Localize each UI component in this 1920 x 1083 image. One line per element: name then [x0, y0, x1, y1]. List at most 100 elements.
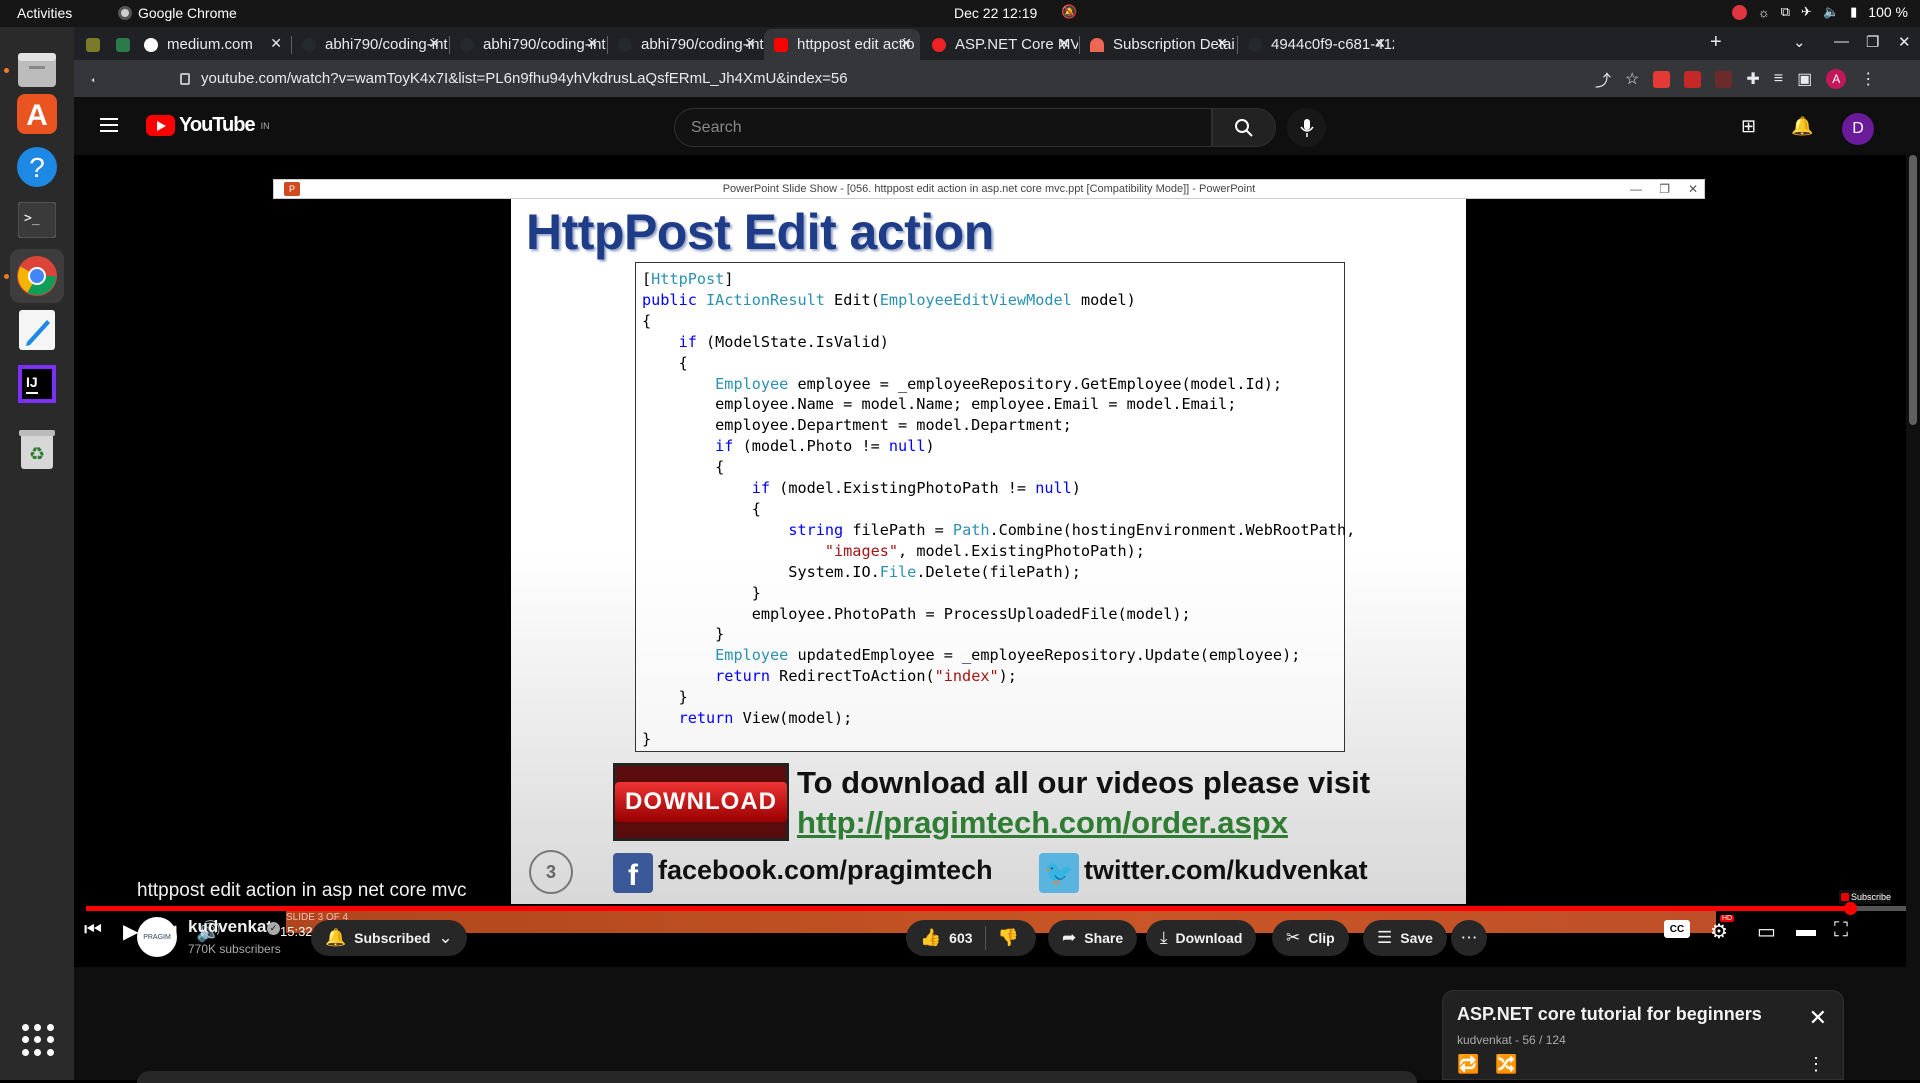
text-editor-dock-icon[interactable]	[10, 303, 64, 357]
tab-close-icon[interactable]: ✕	[744, 35, 756, 52]
tab-aspnet[interactable]: ASP.NET Core MVC ✕	[922, 29, 1078, 60]
profile-avatar[interactable]: A	[1826, 69, 1847, 89]
volume-icon: 🔈	[1822, 4, 1840, 19]
share-arrow-icon: ➦	[1062, 928, 1077, 947]
progress-bar[interactable]	[86, 902, 1908, 915]
youtube-play-logo-icon	[146, 115, 175, 136]
tab-github-4[interactable]: 4944c0f9-c681-412 ✕	[1238, 29, 1394, 60]
extensions-puzzle-icon[interactable]: ✚	[1746, 69, 1759, 89]
battery-percent: 100 %	[1868, 4, 1908, 20]
tab-github-3[interactable]: abhi790/coding-int ✕	[608, 29, 764, 60]
account-avatar[interactable]: D	[1842, 113, 1874, 145]
new-tab-button[interactable]: +	[1710, 31, 1722, 54]
subscribe-watermark-text: Subscribe	[1850, 892, 1891, 902]
svg-text:>_: >_	[24, 211, 40, 226]
network-icon: ⧉	[1780, 4, 1791, 19]
subscribed-button[interactable]: 🔔 Subscribed ⌄	[311, 920, 467, 956]
facebook-icon: f	[613, 853, 653, 893]
like-count[interactable]: 603	[949, 930, 972, 946]
app-menu[interactable]: Google Chrome	[118, 5, 237, 21]
captions-button[interactable]: CC	[1664, 920, 1690, 938]
toolbar: ← → ↻ youtube.com/watch?v=wamToyK4x7I&li…	[74, 60, 1920, 97]
intellij-dock-icon[interactable]: IJ	[10, 357, 64, 411]
tab-close-icon[interactable]: ✕	[900, 35, 912, 52]
chrome-menu-icon[interactable]: ⋮	[1860, 69, 1876, 89]
share-icon[interactable]: ⤴	[1595, 67, 1611, 91]
youtube-logo[interactable]: YouTube IN	[146, 114, 270, 137]
download-button[interactable]: ⤓ Download	[1146, 920, 1257, 956]
dark-extension-icon[interactable]	[1715, 70, 1733, 88]
tab-medium[interactable]: medium.com ✕	[134, 29, 290, 60]
voice-search-button[interactable]	[1287, 108, 1326, 147]
playlist-title[interactable]: ASP.NET core tutorial for beginners	[1457, 1004, 1762, 1025]
share-button[interactable]: ➦ Share	[1048, 920, 1138, 956]
bookmark-star-icon[interactable]: ☆	[1625, 69, 1639, 89]
system-tray[interactable]: ☼ ⧉ ✈ 🔈 ▮ 100 %	[1731, 4, 1908, 20]
scrollbar-thumb[interactable]	[1909, 155, 1917, 425]
tab-close-icon[interactable]: ✕	[1374, 35, 1386, 52]
download-label: Download	[1175, 930, 1243, 946]
tab-pinned-2[interactable]	[106, 29, 134, 60]
more-actions-button[interactable]: ⋯	[1451, 920, 1487, 956]
reading-list-icon[interactable]: ≡	[1774, 70, 1783, 88]
help-dock-icon[interactable]: ?	[10, 140, 64, 194]
search-input[interactable]: Search	[674, 108, 1212, 147]
playlist-menu-icon[interactable]: ⋮	[1807, 1054, 1825, 1075]
chrome-dock-icon[interactable]	[10, 249, 64, 303]
clip-button[interactable]: ✂ Clip	[1272, 920, 1349, 956]
youtube-extension-icon[interactable]	[1684, 70, 1702, 88]
miniplayer-icon[interactable]: ▭	[1757, 919, 1776, 944]
download-icon: ⤓	[1160, 928, 1168, 947]
dislike-icon[interactable]: 👎	[998, 928, 1019, 948]
tab-close-icon[interactable]: ✕	[1216, 35, 1228, 52]
clock[interactable]: Dec 22 12:19	[954, 5, 1037, 21]
terminal-dock-icon[interactable]: >_	[10, 193, 64, 247]
tab-github-1[interactable]: abhi790/coding-int ✕	[292, 29, 448, 60]
previous-icon[interactable]: ⏮	[84, 919, 102, 942]
fullscreen-icon[interactable]: ⛶	[1834, 919, 1848, 942]
lock-icon[interactable]	[180, 72, 190, 85]
page-scrollbar[interactable]	[1906, 155, 1920, 1080]
channel-avatar[interactable]: PRAGIM	[137, 917, 177, 957]
tab-search-icon[interactable]: ⌄	[1793, 33, 1806, 51]
tab-pinned-1[interactable]	[76, 29, 104, 60]
maximize-icon[interactable]: ❐	[1866, 33, 1879, 51]
show-applications-icon[interactable]	[22, 1024, 54, 1056]
loop-icon[interactable]: 🔁	[1457, 1054, 1479, 1075]
shuffle-icon[interactable]: 🔀	[1495, 1054, 1517, 1075]
adblock-extension-icon[interactable]	[1653, 70, 1671, 88]
close-window-icon[interactable]: ✕	[1898, 33, 1911, 51]
play-icon[interactable]: ▶	[123, 919, 138, 944]
tab-close-icon[interactable]: ✕	[270, 35, 282, 52]
save-button[interactable]: ☰ Save	[1363, 920, 1447, 956]
tab-youtube-active[interactable]: httppost edit actio ✕	[764, 29, 920, 60]
tab-close-icon[interactable]: ✕	[1058, 35, 1070, 52]
tab-subscription[interactable]: Subscription Detai ✕	[1080, 29, 1236, 60]
close-icon[interactable]: ✕	[1809, 1005, 1827, 1031]
tab-github-2[interactable]: abhi790/coding-int ✕	[450, 29, 606, 60]
tab-close-icon[interactable]: ✕	[428, 35, 440, 52]
svg-text:?: ?	[29, 152, 45, 183]
video-player[interactable]: P PowerPoint Slide Show - [056. httppost…	[74, 155, 1920, 967]
hamburger-menu-icon[interactable]	[100, 118, 118, 132]
search-button[interactable]	[1212, 108, 1276, 147]
settings-gear-icon[interactable]: ⚙	[1710, 919, 1728, 944]
channel-name[interactable]: kudvenkat	[188, 917, 272, 937]
youtube-logo-text: YouTube	[179, 114, 256, 136]
app-center-dock-icon[interactable]: A	[10, 87, 64, 141]
tab-close-icon[interactable]: ✕	[586, 35, 598, 52]
notifications-bell-icon[interactable]: 🔔	[1791, 116, 1813, 137]
download-link: http://pragimtech.com/order.aspx	[797, 805, 1288, 840]
address-bar[interactable]: youtube.com/watch?v=wamToyK4x7I&list=PL6…	[94, 64, 1574, 93]
activities-button[interactable]: Activities	[17, 5, 72, 21]
like-icon[interactable]: 👍	[920, 928, 941, 948]
create-video-icon[interactable]: ⊞	[1741, 116, 1756, 137]
trash-dock-icon[interactable]: ♻	[10, 423, 64, 477]
minimize-icon[interactable]: —	[1834, 33, 1849, 50]
progress-knob[interactable]	[1843, 902, 1857, 915]
description-box[interactable]	[137, 1071, 1417, 1083]
theater-mode-icon[interactable]: ▬	[1796, 919, 1816, 942]
subscribe-watermark-icon	[1841, 893, 1849, 901]
side-panel-icon[interactable]: ▣	[1797, 69, 1812, 89]
playlist-add-icon: ☰	[1377, 928, 1393, 947]
